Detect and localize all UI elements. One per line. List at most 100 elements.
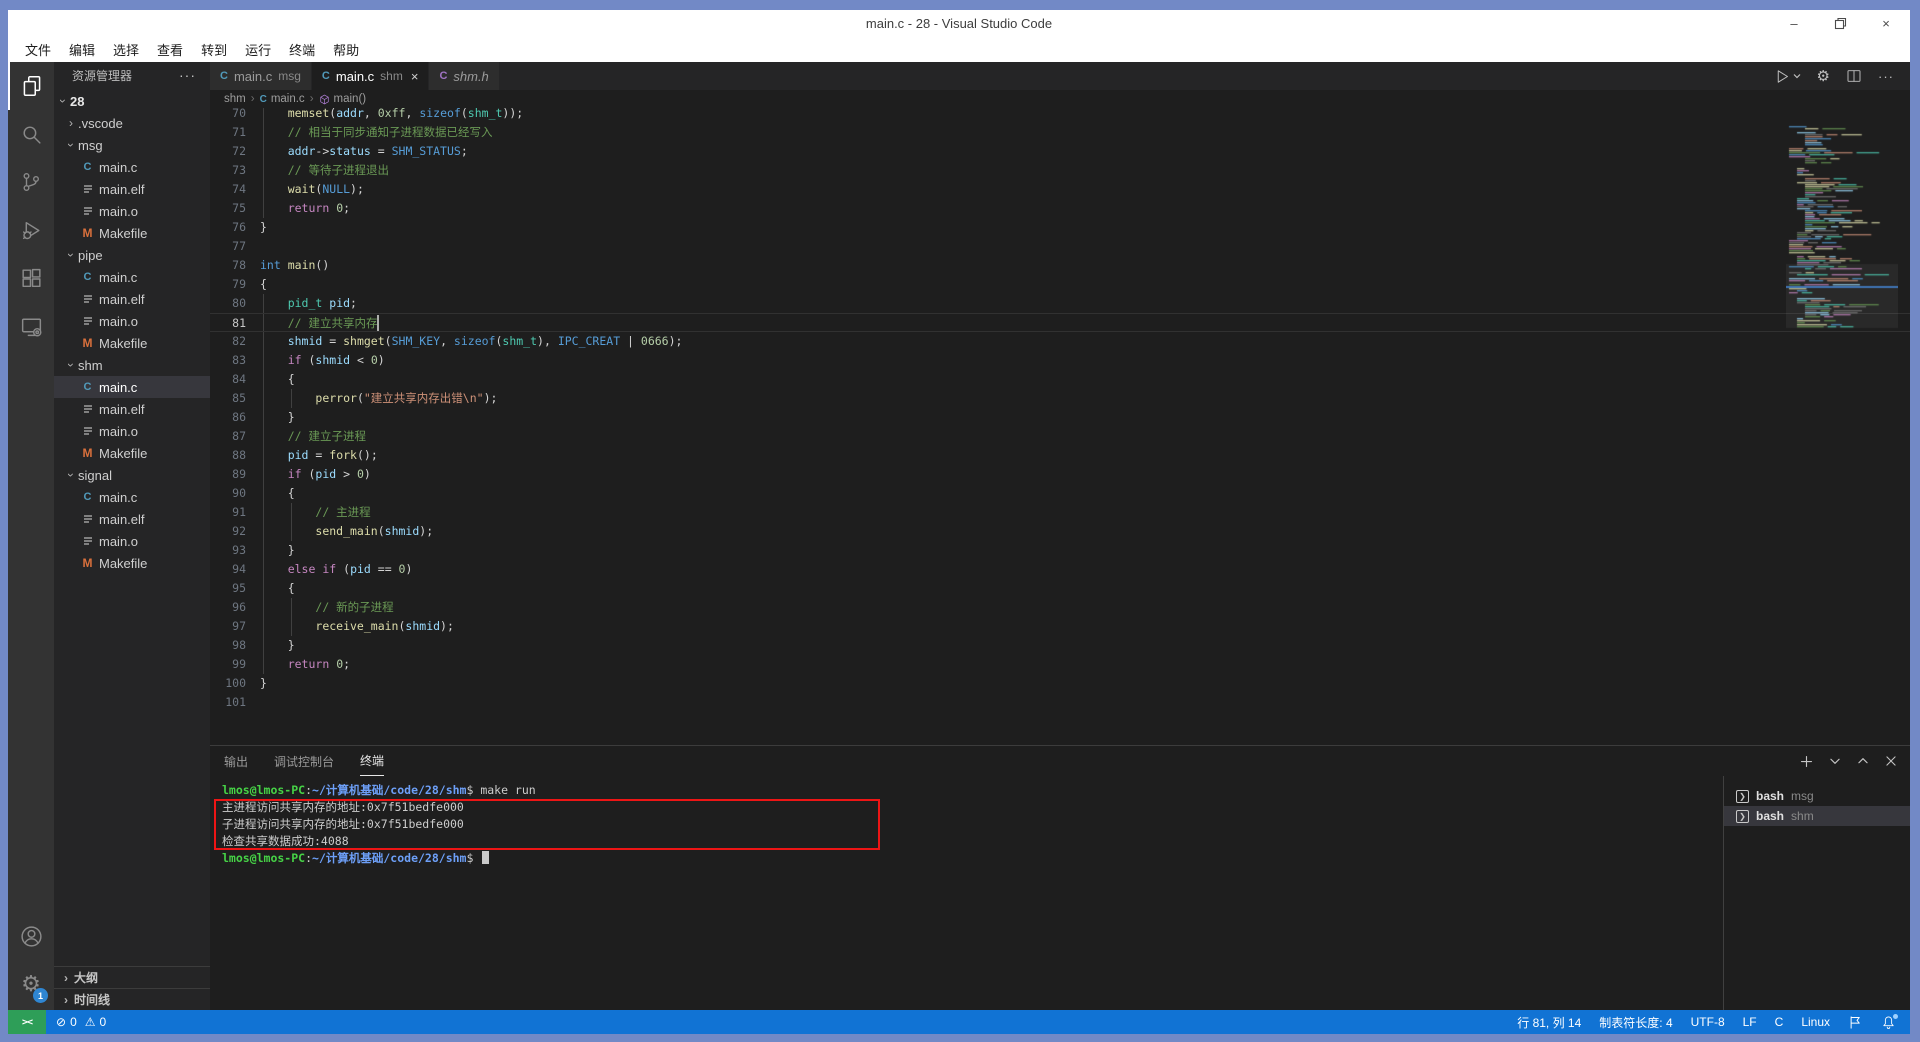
gear-icon[interactable]: ⚙: [1817, 67, 1830, 85]
breadcrumb-item-main.c[interactable]: main.c: [271, 93, 305, 105]
run-button-icon[interactable]: [1774, 68, 1801, 85]
tree-item-shm[interactable]: ›shm: [54, 354, 210, 376]
code-line-87[interactable]: 87 // 建立子进程: [210, 427, 1910, 446]
code-line-73[interactable]: 73 // 等待子进程退出: [210, 161, 1910, 180]
terminal-instance-msg[interactable]: ❯bashmsg: [1724, 786, 1910, 806]
tree-item-28[interactable]: ›28: [54, 90, 210, 112]
code-line-100[interactable]: 100}: [210, 674, 1910, 693]
code-line-84[interactable]: 84 {: [210, 370, 1910, 389]
activity-account-icon[interactable]: [8, 912, 54, 960]
feedback-flag-icon[interactable]: [1848, 1015, 1863, 1030]
status-tab-size[interactable]: 制表符长度: 4: [1599, 1014, 1672, 1031]
code-line-72[interactable]: 72 addr->status = SHM_STATUS;: [210, 142, 1910, 161]
activity-remote-explorer-icon[interactable]: [8, 302, 54, 350]
menu-terminal[interactable]: 终端: [280, 38, 324, 61]
code-line-90[interactable]: 90 {: [210, 484, 1910, 503]
activity-explorer-icon[interactable]: [8, 62, 54, 110]
code-line-78[interactable]: 78int main(): [210, 256, 1910, 275]
code-line-89[interactable]: 89 if (pid > 0): [210, 465, 1910, 484]
code-line-91[interactable]: 91 // 主进程: [210, 503, 1910, 522]
panel-tab-输出[interactable]: 输出: [224, 746, 248, 776]
tree-item-main.c[interactable]: Cmain.c: [54, 156, 210, 178]
terminal-instance-shm[interactable]: ❯bashshm: [1724, 806, 1910, 826]
breadcrumb[interactable]: shm›Cmain.c›main(): [210, 90, 1910, 108]
code-line-94[interactable]: 94 else if (pid == 0): [210, 560, 1910, 579]
tree-item-Makefile[interactable]: MMakefile: [54, 442, 210, 464]
code-line-71[interactable]: 71 // 相当于同步通知子进程数据已经写入: [210, 123, 1910, 142]
tree-item-main.o[interactable]: main.o: [54, 420, 210, 442]
tab-main.c-shm[interactable]: Cmain.cshm×: [312, 62, 430, 90]
menu-goto[interactable]: 转到: [192, 38, 236, 61]
code-line-97[interactable]: 97 receive_main(shmid);: [210, 617, 1910, 636]
sidebar-section-timeline[interactable]: ›时间线: [54, 988, 210, 1010]
code-line-70[interactable]: 70 memset(addr, 0xff, sizeof(shm_t));: [210, 108, 1910, 123]
menu-view[interactable]: 查看: [148, 38, 192, 61]
code-line-75[interactable]: 75 return 0;: [210, 199, 1910, 218]
activity-extensions-icon[interactable]: [8, 254, 54, 302]
code-line-74[interactable]: 74 wait(NULL);: [210, 180, 1910, 199]
tree-item-main.elf[interactable]: main.elf: [54, 178, 210, 200]
tree-item-Makefile[interactable]: MMakefile: [54, 222, 210, 244]
menu-edit[interactable]: 编辑: [60, 38, 104, 61]
chevron-up-icon[interactable]: [1856, 754, 1870, 768]
tree-item-Makefile[interactable]: MMakefile: [54, 552, 210, 574]
code-line-95[interactable]: 95 {: [210, 579, 1910, 598]
code-editor[interactable]: 70 memset(addr, 0xff, sizeof(shm_t));71 …: [210, 108, 1910, 745]
menu-file[interactable]: 文件: [16, 38, 60, 61]
minimize-button[interactable]: –: [1786, 15, 1802, 31]
more-actions-icon[interactable]: ···: [179, 67, 196, 83]
status-eol[interactable]: LF: [1743, 1015, 1757, 1029]
code-line-98[interactable]: 98 }: [210, 636, 1910, 655]
tree-item-msg[interactable]: ›msg: [54, 134, 210, 156]
breadcrumb-item-main[interactable]: main(): [334, 93, 367, 105]
code-line-88[interactable]: 88 pid = fork();: [210, 446, 1910, 465]
close-button[interactable]: ×: [1878, 15, 1894, 31]
status-remote-os[interactable]: Linux: [1801, 1015, 1830, 1029]
code-line-99[interactable]: 99 return 0;: [210, 655, 1910, 674]
code-line-96[interactable]: 96 // 新的子进程: [210, 598, 1910, 617]
tree-item-Makefile[interactable]: MMakefile: [54, 332, 210, 354]
tree-item-signal[interactable]: ›signal: [54, 464, 210, 486]
menu-help[interactable]: 帮助: [324, 38, 368, 61]
remote-indicator[interactable]: ><: [8, 1010, 46, 1034]
tree-item-main.c[interactable]: Cmain.c: [54, 266, 210, 288]
code-line-93[interactable]: 93 }: [210, 541, 1910, 560]
restore-button[interactable]: [1832, 15, 1848, 31]
tree-item-main.elf[interactable]: main.elf: [54, 288, 210, 310]
tree-item-main.o[interactable]: main.o: [54, 530, 210, 552]
close-icon[interactable]: ×: [411, 69, 419, 84]
tree-item-main.elf[interactable]: main.elf: [54, 508, 210, 530]
tree-item-pipe[interactable]: ›pipe: [54, 244, 210, 266]
terminal-output[interactable]: lmos@lmos-PC:~/计算机基础/code/28/shm$ make r…: [222, 782, 1710, 867]
activity-search-icon[interactable]: [8, 110, 54, 158]
tab-shm.h[interactable]: Cshm.h: [429, 62, 499, 90]
sidebar-section-outline[interactable]: ›大纲: [54, 966, 210, 988]
code-line-83[interactable]: 83 if (shmid < 0): [210, 351, 1910, 370]
code-line-82[interactable]: 82 shmid = shmget(SHM_KEY, sizeof(shm_t)…: [210, 332, 1910, 351]
code-line-80[interactable]: 80 pid_t pid;: [210, 294, 1910, 313]
tab-main.c-msg[interactable]: Cmain.cmsg: [210, 62, 312, 90]
code-line-86[interactable]: 86 }: [210, 408, 1910, 427]
status-language-mode[interactable]: C: [1775, 1015, 1784, 1029]
minimap[interactable]: [1786, 108, 1898, 728]
code-line-77[interactable]: 77: [210, 237, 1910, 256]
code-line-92[interactable]: 92 send_main(shmid);: [210, 522, 1910, 541]
status-cursor-position[interactable]: 行 81, 列 14: [1517, 1014, 1581, 1031]
activity-settings-icon[interactable]: ⚙1: [8, 960, 54, 1008]
breadcrumb-item-shm[interactable]: shm: [224, 93, 246, 105]
code-line-76[interactable]: 76}: [210, 218, 1910, 237]
activity-source-control-icon[interactable]: [8, 158, 54, 206]
code-line-79[interactable]: 79{: [210, 275, 1910, 294]
titlebar[interactable]: main.c - 28 - Visual Studio Code –×: [8, 10, 1910, 36]
activity-run-debug-icon[interactable]: [8, 206, 54, 254]
panel-tab-调试控制台[interactable]: 调试控制台: [274, 746, 334, 776]
tree-item-main.o[interactable]: main.o: [54, 200, 210, 222]
new-terminal-icon[interactable]: [1799, 754, 1814, 769]
tree-item-main.o[interactable]: main.o: [54, 310, 210, 332]
more-icon[interactable]: ···: [1878, 69, 1894, 84]
tree-item-.vscode[interactable]: ›.vscode: [54, 112, 210, 134]
panel-tab-终端[interactable]: 终端: [360, 746, 384, 776]
chevron-down-icon[interactable]: [1828, 754, 1842, 768]
menu-selection[interactable]: 选择: [104, 38, 148, 61]
tree-item-main.elf[interactable]: main.elf: [54, 398, 210, 420]
